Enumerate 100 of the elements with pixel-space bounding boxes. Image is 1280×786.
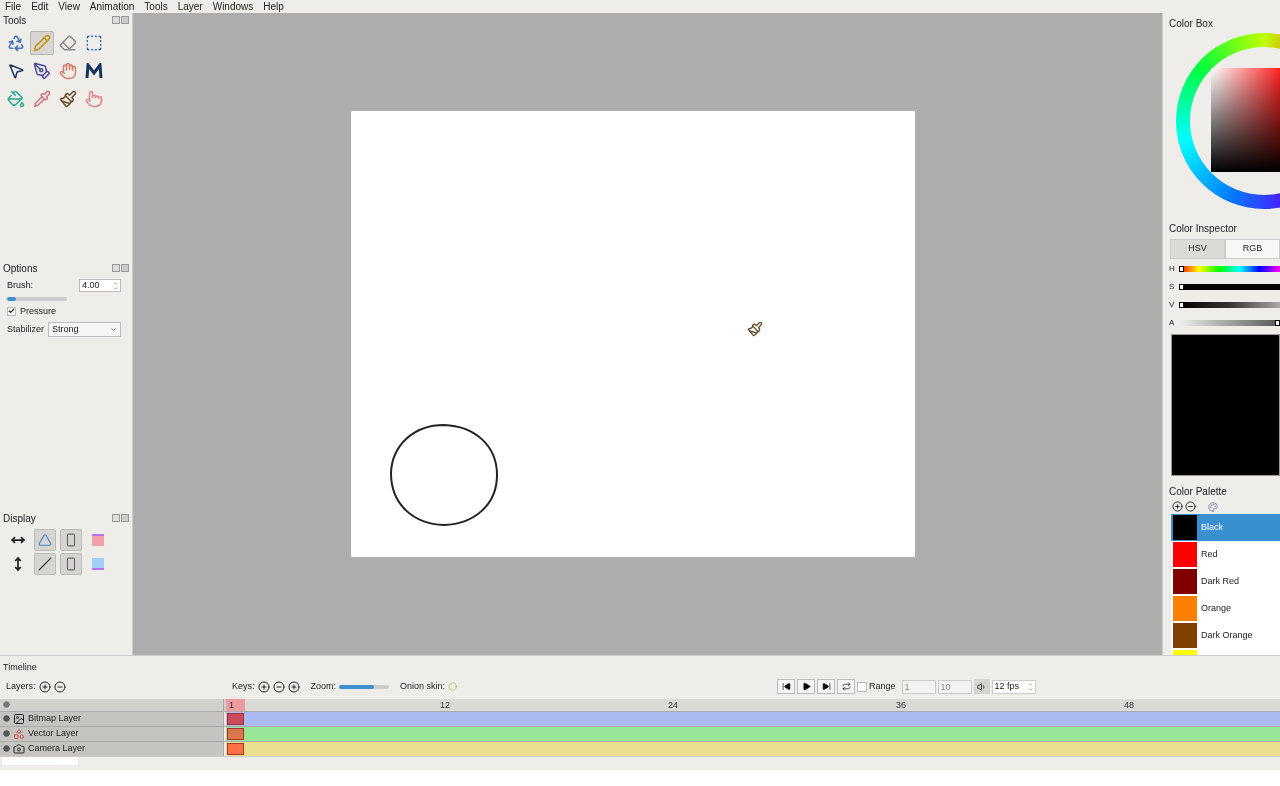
menu-item[interactable]: Help (263, 0, 284, 14)
onion-skin-label: Onion skin: (400, 679, 446, 693)
channel-slider[interactable] (1179, 302, 1280, 308)
down-icon (1027, 686, 1033, 692)
sound-button[interactable] (973, 679, 990, 694)
display-button[interactable] (33, 553, 56, 575)
visibility-dot-icon[interactable] (3, 715, 10, 722)
hand-icon (59, 62, 77, 80)
panel-title: Color Palette (1168, 485, 1228, 499)
play-icon (801, 682, 811, 691)
add-key-icon[interactable] (257, 680, 270, 693)
panel-title: Options (3, 261, 38, 276)
color-mode-tab[interactable]: HSV (1170, 239, 1225, 259)
layer-track[interactable] (226, 741, 1280, 756)
brush-label: Brush: (7, 279, 34, 292)
keys-label: Keys: (232, 679, 255, 693)
page-icon (64, 533, 78, 547)
palette-item[interactable]: Orange (1171, 595, 1280, 622)
palette-icon[interactable] (1208, 501, 1218, 512)
brush-cursor-icon (746, 321, 763, 337)
previous-onion-skin-icon (91, 534, 104, 546)
pressure-label: Pressure (20, 304, 56, 318)
pointer-icon (7, 62, 25, 80)
keyframe[interactable] (227, 727, 244, 740)
color-mode-tab[interactable]: RGB (1225, 239, 1280, 259)
remove-color-icon[interactable] (1185, 501, 1196, 512)
zoom-slider[interactable] (339, 684, 390, 689)
range-checkbox[interactable] (857, 681, 868, 692)
paintbrush-icon (59, 90, 77, 108)
palette-item[interactable]: Dark Red (1171, 568, 1280, 595)
up-icon (1027, 681, 1033, 687)
layer-row[interactable]: Vector Layer (0, 726, 224, 741)
panel-title: Tools (3, 13, 27, 28)
saturation-square[interactable] (1211, 68, 1280, 172)
menu-item[interactable]: View (58, 0, 80, 14)
menu-item[interactable]: File (5, 0, 22, 14)
add-layer-icon[interactable] (38, 680, 51, 693)
skip-forward-icon (821, 682, 831, 691)
remove-key-icon[interactable] (272, 680, 285, 693)
vector-layer-icon (13, 727, 25, 740)
remove-layer-icon[interactable] (53, 680, 66, 693)
pen-nib-icon (33, 62, 51, 80)
frame-ruler[interactable]: 1 12 24 36 48 (226, 698, 1280, 711)
bitmap-layer-icon (13, 712, 25, 725)
up-icon (113, 280, 118, 286)
menu-item[interactable]: Layer (177, 0, 203, 14)
menu-item[interactable]: Tools (144, 0, 168, 14)
finger-icon (85, 90, 103, 108)
range-label: Range (869, 679, 896, 693)
visibility-dot-icon[interactable] (3, 701, 10, 708)
visibility-dot-icon[interactable] (3, 730, 10, 737)
menu-item[interactable]: Edit (31, 0, 49, 14)
channel-label: V (1169, 299, 1176, 311)
channel-label: H (1169, 263, 1176, 275)
panel-title: Color Box (1168, 17, 1214, 31)
check-icon (8, 307, 15, 316)
eraser-icon (59, 34, 77, 52)
layer-track[interactable] (226, 711, 1280, 726)
panel-title: Color Inspector (1168, 222, 1238, 236)
loop-icon (841, 682, 851, 691)
caret-icon (110, 326, 117, 333)
menu-item[interactable]: Windows (212, 0, 254, 14)
playhead[interactable] (226, 698, 245, 711)
play-button[interactable] (797, 679, 816, 694)
layer-track[interactable] (226, 726, 1280, 741)
channel-slider[interactable] (1179, 284, 1280, 290)
brush-size-field[interactable]: 4.00 (79, 279, 121, 292)
dashed-square-icon (85, 34, 103, 52)
speaker-icon (976, 681, 987, 692)
zoom-label: Zoom: (310, 679, 337, 693)
brush-slider[interactable] (7, 296, 67, 301)
triangle-icon (37, 533, 52, 547)
loop-button[interactable] (837, 679, 856, 694)
fps-field[interactable]: 12 fps (991, 679, 1036, 694)
menu-item[interactable]: Animation (89, 0, 135, 14)
horizontal-scrollbar[interactable] (2, 757, 78, 765)
layer-row[interactable]: Bitmap Layer (0, 711, 224, 726)
palette-item[interactable]: Red (1171, 541, 1280, 568)
down-icon (113, 285, 118, 291)
keyframe[interactable] (227, 712, 244, 725)
add-color-icon[interactable] (1172, 501, 1183, 512)
palette-item[interactable]: Dark Orange (1171, 622, 1280, 649)
next-onion-skin-icon (91, 558, 104, 570)
visibility-dot-icon[interactable] (3, 745, 10, 752)
layer-row[interactable]: Camera Layer (0, 741, 224, 756)
channel-slider[interactable] (1179, 266, 1280, 272)
recycle-icon (7, 34, 25, 52)
keyframe[interactable] (227, 742, 244, 755)
stabilizer-dropdown[interactable]: Strong (48, 322, 121, 337)
page-icon (64, 557, 78, 571)
duplicate-key-icon[interactable] (287, 680, 300, 693)
pressure-checkbox[interactable] (7, 306, 16, 316)
zigzag-icon (85, 63, 103, 79)
pencil-icon (33, 34, 51, 52)
layers-label: Layers: (6, 679, 36, 693)
pipette-icon (33, 90, 51, 108)
channel-slider[interactable] (1179, 320, 1280, 326)
next-frame-button[interactable] (817, 679, 836, 694)
previous-frame-button[interactable] (777, 679, 796, 694)
panel-title: Timeline (2, 661, 38, 674)
